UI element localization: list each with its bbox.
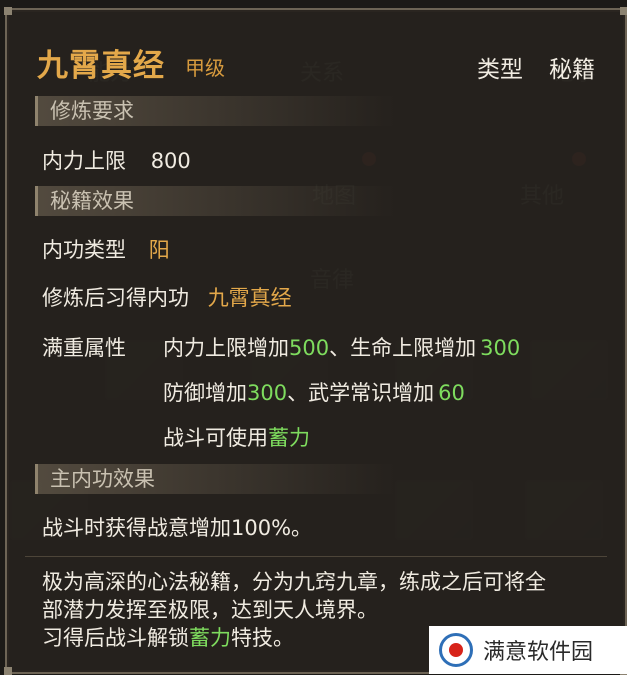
- attr-value: 300: [480, 336, 521, 360]
- panel-corner: [4, 7, 12, 15]
- learned-skill-value: 九霄真经: [207, 286, 292, 310]
- item-type-label: 类型: [477, 57, 523, 83]
- item-tooltip-panel: 九霄真经 甲级 类型 秘籍 修炼要求 内力上限 800 秘籍效果 内功类型 阳 …: [4, 7, 627, 675]
- watermark-text: 满意软件园: [483, 640, 594, 665]
- section-requirements: 修炼要求: [35, 96, 395, 126]
- attr-value: 60: [438, 381, 465, 405]
- attr-text: 防御增加: [163, 381, 247, 405]
- requirement-row: 内力上限 800: [42, 145, 191, 175]
- attr-text: 战斗可使用: [163, 426, 268, 450]
- item-grade: 甲级: [185, 56, 225, 80]
- attr-value: 300: [247, 381, 288, 405]
- full-attribute-line: 防御增加300、武学常识增加 60: [163, 377, 465, 407]
- learned-skill-label: 修炼后习得内功: [42, 286, 189, 310]
- watermark: 满意软件园: [429, 626, 627, 674]
- attr-value: 500: [289, 336, 330, 360]
- tooltip-header: 九霄真经 甲级 类型 秘籍: [37, 40, 595, 84]
- full-attribute-label: 满重属性: [42, 336, 126, 360]
- section-main-effect: 主内功效果: [35, 464, 395, 494]
- main-effect-text: 战斗时获得战意增加100%。: [42, 516, 313, 540]
- full-attribute-line: 内力上限增加500、生命上限增加 300: [163, 332, 520, 362]
- full-attribute-line: 战斗可使用蓄力: [163, 422, 310, 452]
- inner-type-label: 内功类型: [42, 238, 126, 262]
- attr-text: 、生命上限增加: [329, 336, 477, 360]
- description-text: 习得后战斗解锁: [42, 626, 189, 650]
- item-type-value: 秘籍: [549, 57, 595, 83]
- requirement-value: 800: [150, 149, 191, 173]
- inner-type-value: 阳: [148, 238, 170, 262]
- description-line: 极为高深的心法秘籍，分为九窍九章，练成之后可将全: [42, 570, 546, 594]
- panel-corner: [620, 7, 627, 15]
- learned-skill-row: 修炼后习得内功 九霄真经: [42, 282, 292, 312]
- section-effects: 秘籍效果: [35, 186, 395, 216]
- description-text: 特技。: [231, 626, 294, 650]
- attr-text: 、武学常识增加: [287, 381, 435, 405]
- description-line: 部潜力发挥至极限，达到天人境界。: [42, 598, 378, 622]
- attr-text: 内力上限增加: [163, 336, 289, 360]
- watermark-logo-icon: [439, 633, 473, 667]
- description-highlight: 蓄力: [189, 626, 231, 650]
- inner-type-row: 内功类型 阳: [42, 234, 170, 264]
- attr-value: 蓄力: [268, 426, 310, 450]
- divider: [25, 556, 607, 557]
- item-title: 九霄真经: [37, 48, 165, 84]
- requirement-label: 内力上限: [42, 149, 126, 173]
